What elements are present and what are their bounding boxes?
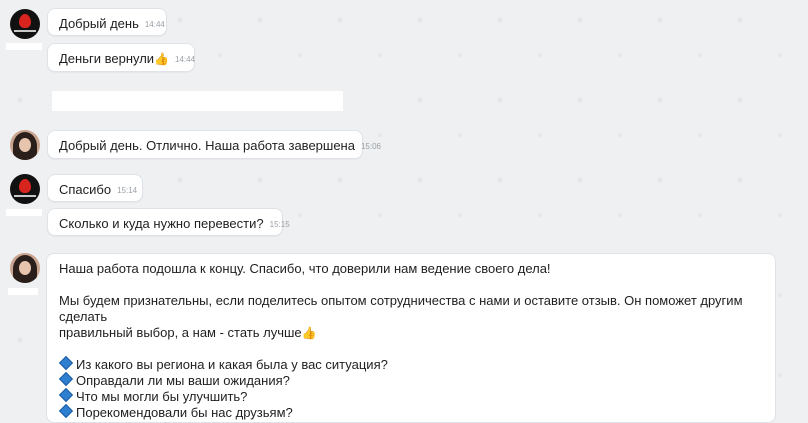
agent-avatar[interactable] xyxy=(10,130,40,160)
redacted-area xyxy=(52,91,343,111)
redacted-name xyxy=(8,288,38,295)
flame-logo-icon xyxy=(19,14,31,28)
long-message-bubble[interactable]: Наша работа подошла к концу. Спасибо, чт… xyxy=(46,253,776,423)
message-text: Сколько и куда нужно перевести? xyxy=(59,216,264,231)
message-line: Мы будем признательны, если поделитесь о… xyxy=(59,293,743,324)
diamond-icon xyxy=(58,371,74,387)
message-time: 15:14 xyxy=(117,186,138,195)
message-text: Деньги вернули xyxy=(59,51,155,66)
message-line: правильный выбор, а нам - стать лучше👍 xyxy=(59,325,317,340)
message-text: Добрый день. Отлично. Наша работа заверш… xyxy=(59,138,355,153)
message-bubble[interactable]: Деньги вернули👍 14:44 xyxy=(47,43,195,72)
message-bubble[interactable]: Добрый день. Отлично. Наша работа заверш… xyxy=(47,130,381,159)
message-text: Спасибо xyxy=(59,182,112,197)
diamond-icon xyxy=(58,403,74,419)
question-item: Что мы могли бы улучшить? xyxy=(58,387,763,405)
question-item: Оправдали ли мы ваши ожидания? xyxy=(58,371,763,389)
thumbs-up-icon: 👍 xyxy=(301,326,317,340)
agent-avatar[interactable] xyxy=(10,253,40,283)
message-bubble[interactable]: Добрый день 14:44 xyxy=(47,8,167,36)
question-item: Из какого вы региона и какая была у вас … xyxy=(58,355,763,373)
diamond-icon xyxy=(58,355,74,371)
message-bubble[interactable]: Сколько и куда нужно перевести? 15:15 xyxy=(47,208,290,236)
message-bubble[interactable]: Спасибо 15:14 xyxy=(47,174,143,202)
client-avatar[interactable] xyxy=(10,174,40,204)
redacted-name xyxy=(6,43,42,50)
message-line: Наша работа подошла к концу. Спасибо, чт… xyxy=(59,261,551,276)
diamond-icon xyxy=(58,387,74,403)
message-time: 15:15 xyxy=(269,220,290,229)
question-item: Порекомендовали бы нас друзьям? xyxy=(58,403,763,421)
client-avatar[interactable] xyxy=(10,9,40,39)
redacted-name xyxy=(6,209,42,216)
message-time: 14:44 xyxy=(144,20,165,29)
message-text: Добрый день xyxy=(59,16,139,31)
thumbs-up-icon: 👍 xyxy=(154,52,170,66)
message-time: 15:06 xyxy=(360,142,381,151)
flame-logo-icon xyxy=(19,179,31,193)
message-time: 14:44 xyxy=(175,55,196,64)
